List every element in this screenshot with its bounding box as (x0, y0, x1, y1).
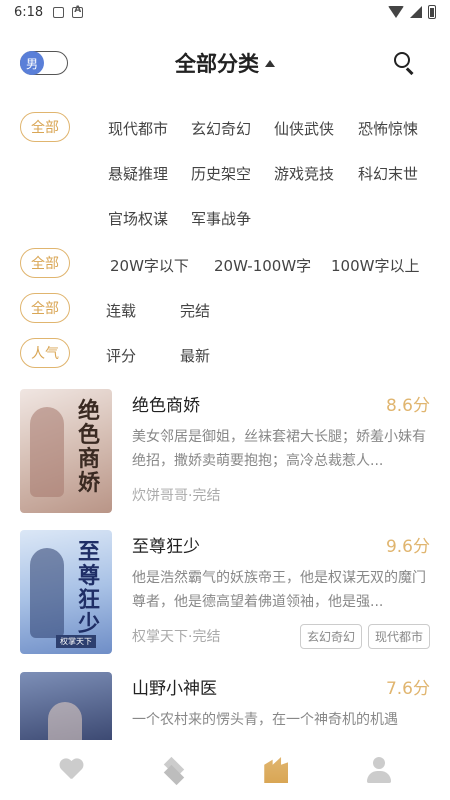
status-time: 6:18 (14, 4, 44, 20)
book-score: 9.6分 (385, 537, 430, 557)
category-title-dropdown[interactable]: 全部分类 (0, 48, 450, 78)
category-option[interactable]: 玄幻奇幻 (191, 118, 251, 139)
book-title: 绝色商娇 (132, 396, 200, 416)
bookshelf-icon (264, 757, 289, 783)
caret-up-icon (265, 59, 275, 67)
category-option[interactable]: 现代都市 (108, 118, 168, 139)
sort-popular-pill[interactable]: 人气 (20, 338, 70, 368)
sort-option[interactable]: 最新 (180, 345, 210, 366)
wifi-icon (388, 6, 404, 18)
book-tag: 玄幻奇幻 (299, 624, 362, 649)
status-option[interactable]: 连载 (106, 300, 136, 321)
battery-icon (428, 5, 436, 19)
category-option[interactable]: 恐怖惊悚 (358, 118, 418, 139)
category-all-pill[interactable]: 全部 (20, 112, 70, 142)
book-tag: 现代都市 (367, 624, 430, 649)
profile-tab[interactable] (359, 750, 399, 790)
book-description: 美女邻居是御姐，丝袜套裙大长腿；娇羞小妹有绝招，撒娇卖萌要抱抱；高冷总裁惹人..… (132, 429, 426, 469)
category-option[interactable]: 官场权谋 (108, 208, 168, 229)
book-score: 8.6分 (385, 396, 430, 416)
category-option[interactable]: 科幻末世 (358, 163, 418, 184)
image-icon (53, 6, 65, 18)
category-option[interactable]: 历史架空 (191, 163, 251, 184)
status-bar: 6:18 (0, 0, 450, 24)
book-title: 山野小神医 (132, 679, 217, 699)
category-filter-row: 全部 (20, 112, 70, 142)
cover-title: 至尊狂少 (78, 539, 101, 637)
word-count-option[interactable]: 20W-100W字 (214, 255, 311, 276)
word-count-option[interactable]: 20W字以下 (110, 255, 189, 276)
book-cover: 至尊狂少 权掌天下 (20, 530, 112, 654)
search-icon[interactable] (394, 52, 414, 75)
book-tags: 玄幻奇幻 现代都市 (299, 624, 430, 649)
cover-tag: 权掌天下 (56, 635, 96, 648)
page-title: 全部分类 (175, 52, 259, 76)
font-icon (72, 5, 84, 18)
word-count-option[interactable]: 100W字以上 (331, 255, 419, 276)
library-tab[interactable] (256, 750, 296, 790)
status-filter-row: 全部 (20, 293, 70, 323)
status-option[interactable]: 完结 (180, 300, 210, 321)
book-meta: 炊饼哥哥·完结 (132, 488, 221, 504)
discover-tab[interactable] (154, 750, 194, 790)
word-count-all-pill[interactable]: 全部 (20, 248, 70, 278)
signal-icon (410, 6, 422, 18)
category-option[interactable]: 游戏竞技 (274, 163, 334, 184)
word-count-filter-row: 全部 (20, 248, 70, 278)
category-option[interactable]: 悬疑推理 (108, 163, 168, 184)
book-description: 一个农村来的愣头青，在一个神奇机的机遇 (132, 712, 398, 728)
book-meta: 权掌天下·完结 (132, 629, 221, 645)
book-cover (20, 672, 112, 742)
book-list-item[interactable]: 绝色商娇 绝色商娇 8.6分 美女邻居是御姐，丝袜套裙大长腿；娇羞小妹有绝招，撒… (20, 389, 430, 513)
book-score: 7.6分 (385, 679, 430, 699)
sort-option[interactable]: 评分 (106, 345, 136, 366)
bottom-nav (0, 740, 450, 800)
cover-title: 绝色商娇 (78, 398, 101, 496)
heart-icon (59, 759, 83, 781)
book-description: 他是浩然霸气的妖族帝王，他是权谋无双的魔门尊者，他是德高望着佛道领袖，他是强..… (132, 570, 426, 610)
person-icon (366, 757, 392, 783)
category-option[interactable]: 军事战争 (191, 208, 251, 229)
book-list-item[interactable]: 至尊狂少 权掌天下 至尊狂少 9.6分 他是浩然霸气的妖族帝王，他是权谋无双的魔… (20, 530, 430, 654)
header: 男 全部分类 (0, 40, 450, 86)
sort-filter-row: 人气 (20, 338, 70, 368)
favorites-tab[interactable] (51, 750, 91, 790)
layers-icon (161, 756, 187, 786)
book-list-item[interactable]: 山野小神医 7.6分 一个农村来的愣头青，在一个神奇机的机遇 (20, 672, 430, 742)
category-option[interactable]: 仙侠武侠 (274, 118, 334, 139)
status-all-pill[interactable]: 全部 (20, 293, 70, 323)
book-title: 至尊狂少 (132, 537, 200, 557)
book-cover: 绝色商娇 (20, 389, 112, 513)
